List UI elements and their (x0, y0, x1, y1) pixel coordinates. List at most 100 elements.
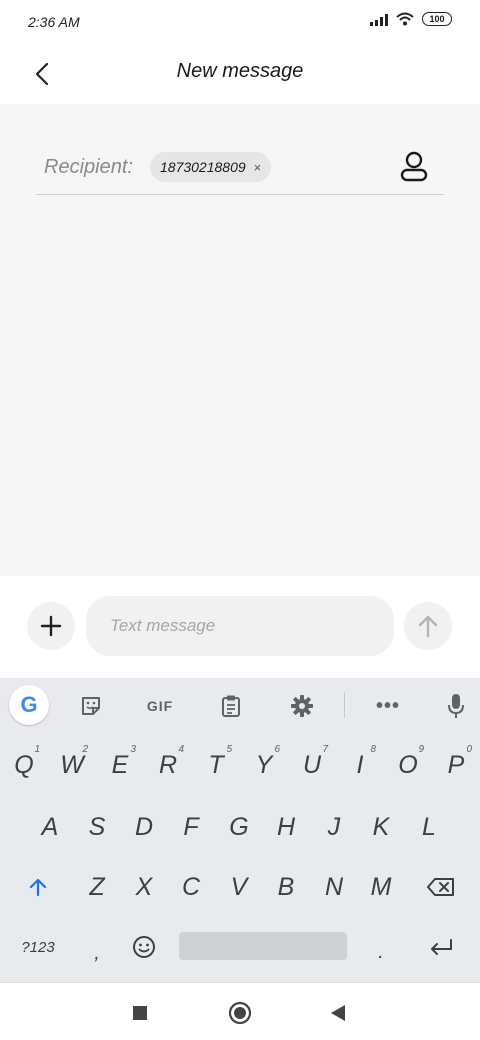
conversation-panel: Recipient: 18730218809 × (0, 104, 480, 576)
keyboard-toolbar: G GIF ••• (0, 678, 480, 732)
key-o[interactable]: O9 (384, 736, 432, 794)
recipient-chip-value: 18730218809 (160, 159, 246, 175)
recipient-row[interactable]: Recipient: 18730218809 × (36, 148, 444, 195)
key-c[interactable]: C (167, 858, 215, 916)
comma-key[interactable]: , (73, 918, 121, 976)
key-r[interactable]: R4 (144, 736, 192, 794)
key-j[interactable]: J (310, 798, 358, 856)
status-time: 2:36 AM (28, 14, 80, 30)
recents-button[interactable] (126, 999, 154, 1027)
key-e[interactable]: E3 (96, 736, 144, 794)
key-label: W (60, 750, 84, 779)
key-label: U (302, 750, 322, 779)
key-d[interactable]: D (120, 798, 168, 856)
key-u[interactable]: U7 (288, 736, 336, 794)
key-hint: 7 (322, 744, 328, 755)
sticker-button[interactable] (71, 686, 111, 726)
recipient-label: Recipient: (44, 156, 133, 178)
more-button[interactable]: ••• (368, 686, 408, 726)
key-hint: 1 (34, 744, 40, 755)
key-label: I (356, 750, 364, 779)
key-label: Q (14, 750, 34, 779)
signal-icon (370, 12, 388, 26)
person-icon (400, 151, 428, 182)
enter-icon (431, 939, 452, 955)
gear-icon (291, 695, 313, 717)
emoji-key[interactable] (120, 918, 168, 976)
key-hint: 3 (130, 744, 136, 755)
key-label: P (447, 750, 465, 779)
circle-icon (228, 1001, 252, 1025)
sticker-icon (82, 697, 100, 715)
clipboard-icon (222, 695, 240, 717)
key-hint: 0 (466, 744, 472, 755)
key-hint: 2 (82, 744, 88, 755)
add-attachment-button[interactable] (27, 602, 75, 650)
google-button[interactable]: G (9, 685, 49, 725)
key-y[interactable]: Y6 (240, 736, 288, 794)
microphone-icon (448, 694, 464, 718)
key-row-2: A S D F G H J K L (0, 798, 480, 856)
google-icon: G (20, 692, 38, 717)
backspace-key[interactable] (417, 858, 465, 916)
key-v[interactable]: V (215, 858, 263, 916)
battery-icon: 100 (422, 12, 452, 26)
key-row-1: Q1 W2 E3 R4 T5 Y6 U7 I8 O9 P0 (0, 736, 480, 794)
home-button[interactable] (226, 999, 254, 1027)
key-hint: 6 (274, 744, 280, 755)
key-m[interactable]: M (357, 858, 405, 916)
send-button[interactable] (404, 602, 452, 650)
shift-key[interactable] (14, 858, 62, 916)
key-i[interactable]: I8 (336, 736, 384, 794)
key-hint: 5 (226, 744, 232, 755)
settings-button[interactable] (282, 686, 322, 726)
shift-arrow-icon (29, 878, 47, 897)
arrow-up-icon (418, 615, 438, 638)
voice-input-button[interactable] (436, 686, 476, 726)
key-a[interactable]: A (26, 798, 74, 856)
navigation-bar (0, 982, 480, 1040)
key-f[interactable]: F (167, 798, 215, 856)
enter-key[interactable] (417, 918, 465, 976)
key-g[interactable]: G (215, 798, 263, 856)
recipient-chip[interactable]: 18730218809 × (150, 152, 272, 182)
compose-bar (0, 576, 480, 678)
key-label: T (208, 750, 224, 779)
key-x[interactable]: X (120, 858, 168, 916)
key-label: E (111, 750, 129, 779)
key-hint: 8 (370, 744, 376, 755)
key-t[interactable]: T5 (192, 736, 240, 794)
page-title: New message (176, 60, 304, 82)
back-nav-button[interactable] (324, 999, 352, 1027)
header: New message (0, 44, 480, 104)
key-q[interactable]: Q1 (0, 736, 48, 794)
key-w[interactable]: W2 (48, 736, 96, 794)
key-l[interactable]: L (405, 798, 453, 856)
key-s[interactable]: S (73, 798, 121, 856)
key-label: Y (255, 750, 273, 779)
emoji-icon (133, 936, 155, 958)
clipboard-button[interactable] (211, 686, 251, 726)
key-p[interactable]: P0 (432, 736, 480, 794)
symbols-key[interactable]: ?123 (14, 918, 62, 976)
wifi-icon (396, 12, 414, 26)
message-input[interactable] (86, 596, 394, 656)
space-key[interactable] (179, 932, 347, 960)
key-label: R (158, 750, 178, 779)
status-bar: 2:36 AM 100 (0, 0, 480, 44)
key-b[interactable]: B (262, 858, 310, 916)
contacts-button[interactable] (398, 150, 430, 184)
key-hint: 4 (178, 744, 184, 755)
key-n[interactable]: N (310, 858, 358, 916)
gif-button[interactable]: GIF (140, 686, 180, 726)
backspace-icon (427, 878, 454, 896)
period-key[interactable]: . (357, 918, 405, 976)
key-k[interactable]: K (357, 798, 405, 856)
key-h[interactable]: H (262, 798, 310, 856)
close-icon[interactable]: × (254, 160, 262, 175)
key-z[interactable]: Z (73, 858, 121, 916)
key-hint: 9 (418, 744, 424, 755)
key-label: O (398, 750, 418, 779)
keyboard: G GIF ••• Q 1 W 2 E 3 R 4 T 5 Y 6 U 7 I … (0, 678, 480, 982)
plus-icon (40, 615, 62, 637)
